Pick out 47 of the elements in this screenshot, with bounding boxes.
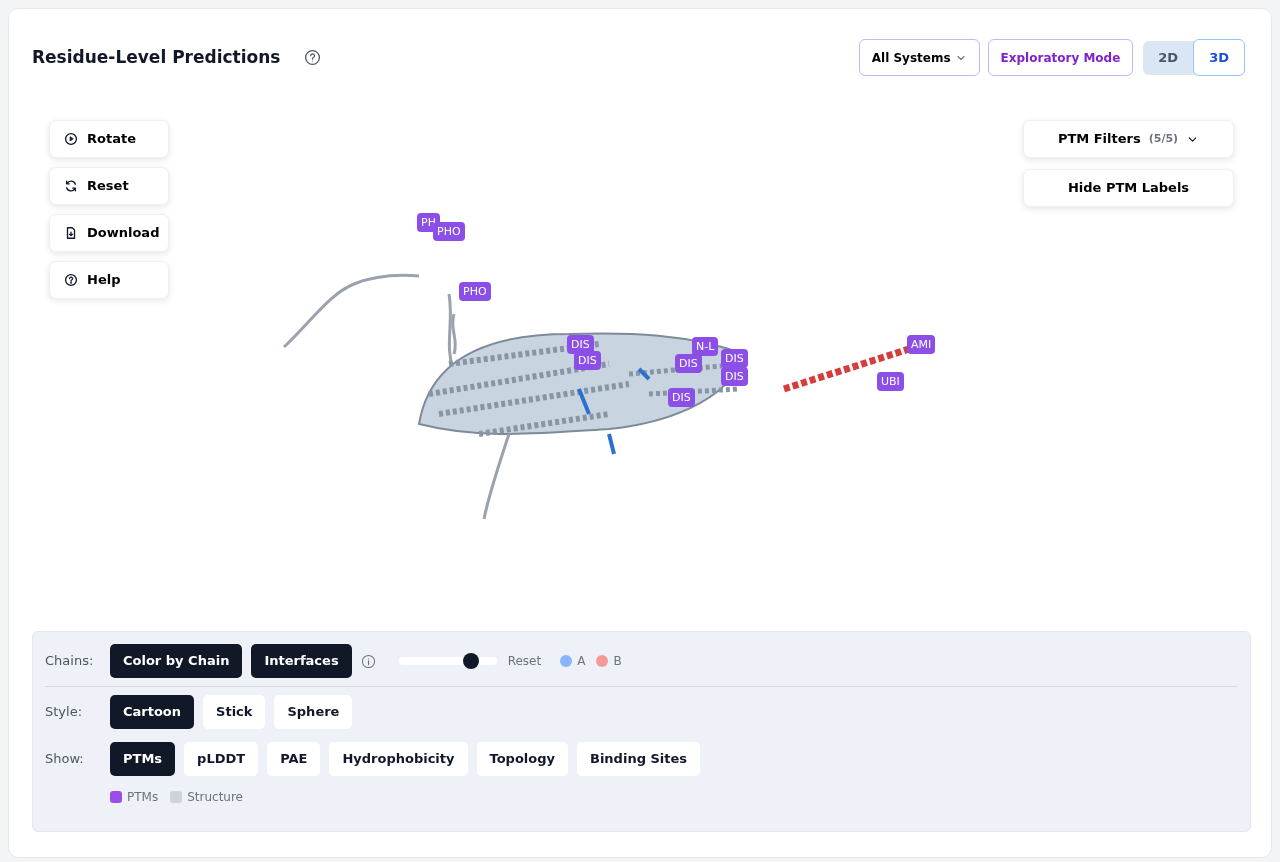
tool-button[interactable]: Help bbox=[49, 261, 169, 299]
option-button[interactable]: pLDDT bbox=[184, 742, 259, 776]
legend-label: PTMs bbox=[127, 789, 159, 806]
system-dropdown[interactable]: All Systems bbox=[858, 39, 980, 76]
ptm-filters-dropdown[interactable]: PTM Filters (5/5) bbox=[1023, 120, 1234, 158]
tool-button[interactable]: Download bbox=[49, 214, 169, 252]
option-button[interactable]: Hydrophobicity bbox=[329, 742, 468, 776]
ptm-label: DIS bbox=[675, 354, 702, 374]
option-button[interactable]: Binding Sites bbox=[577, 742, 701, 776]
hide-labels-button[interactable]: Hide PTM Labels bbox=[1023, 169, 1234, 207]
option-button[interactable]: PAE bbox=[267, 742, 321, 776]
play-icon bbox=[64, 132, 78, 146]
row-label: Show: bbox=[45, 750, 85, 769]
option-button[interactable]: Stick bbox=[203, 695, 266, 729]
option-button[interactable]: Sphere bbox=[274, 695, 353, 729]
info-icon bbox=[360, 653, 376, 669]
help-icon bbox=[64, 273, 78, 287]
ptm-label: N-L bbox=[692, 337, 719, 357]
ptm-label: DIS bbox=[668, 388, 695, 408]
option-button[interactable]: Color by Chain bbox=[110, 644, 243, 678]
reset-link[interactable]: Reset bbox=[507, 652, 542, 670]
option-button[interactable]: PTMs bbox=[110, 742, 176, 776]
page-title: Residue-Level Predictions bbox=[32, 47, 281, 68]
ptm-label: UBI bbox=[877, 372, 904, 392]
slider-thumb[interactable] bbox=[463, 653, 480, 669]
ptm-label: AMI bbox=[907, 335, 936, 355]
row-label: Style: bbox=[45, 703, 84, 722]
tool-button[interactable]: Reset bbox=[49, 167, 169, 205]
ptm-label: DIS bbox=[574, 351, 601, 371]
legend-label: A bbox=[577, 653, 586, 670]
ptm-label: PHO bbox=[433, 222, 465, 242]
option-button[interactable]: Cartoon bbox=[110, 695, 195, 729]
row-label: Chains: bbox=[45, 652, 95, 671]
view-tab[interactable]: 3D bbox=[1193, 39, 1245, 76]
tool-button[interactable]: Rotate bbox=[49, 120, 169, 158]
option-button[interactable]: Interfaces bbox=[251, 644, 352, 678]
mode-button[interactable]: Exploratory Mode bbox=[987, 39, 1134, 76]
download-file-icon bbox=[64, 226, 78, 240]
ptm-label: DIS bbox=[721, 349, 748, 369]
ptm-label: DIS bbox=[721, 367, 748, 387]
ptm-label: PHO bbox=[459, 282, 491, 302]
option-button[interactable]: Topology bbox=[476, 742, 568, 776]
help-icon bbox=[304, 49, 322, 66]
legend-label: B bbox=[613, 653, 622, 670]
refresh-icon bbox=[64, 179, 78, 193]
view-tab[interactable]: 2D bbox=[1143, 40, 1194, 75]
legend-label: Structure bbox=[187, 789, 243, 806]
